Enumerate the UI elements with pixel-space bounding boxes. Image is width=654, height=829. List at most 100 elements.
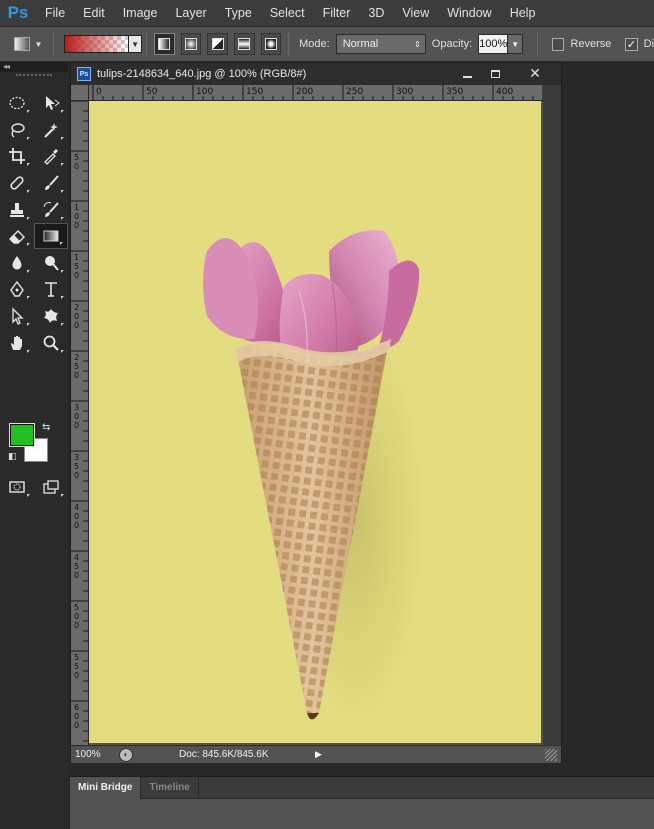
- screen-mode-button[interactable]: [34, 474, 68, 500]
- menu-3d[interactable]: 3D: [359, 0, 393, 26]
- move-tool[interactable]: [34, 90, 68, 116]
- ruler-label: 5: [74, 662, 79, 671]
- marquee-tool[interactable]: [0, 90, 34, 116]
- ruler-label: 0: [74, 212, 79, 221]
- minimize-button[interactable]: [453, 66, 481, 82]
- radial-gradient-icon: [185, 38, 198, 50]
- path-selection-tool[interactable]: [0, 303, 34, 329]
- menu-type[interactable]: Type: [216, 0, 261, 26]
- menu-edit[interactable]: Edit: [74, 0, 114, 26]
- linear-gradient-icon: [158, 38, 171, 50]
- dither-checkbox[interactable]: ✓: [625, 37, 638, 51]
- dodge-tool[interactable]: [34, 250, 68, 276]
- ruler-label: 50: [146, 87, 158, 97]
- gradient-picker-dropdown[interactable]: ▼: [129, 35, 143, 53]
- empty-workspace: [562, 62, 654, 762]
- ruler-label: 0: [74, 162, 79, 171]
- options-bar: ▼ ▼ Mode: Normal ⇕ Opacity: 100% ▼ Rever…: [0, 26, 654, 62]
- vertical-ruler-ticks: 50100150200250300350400450500550600: [71, 101, 88, 742]
- close-button[interactable]: ✕: [517, 66, 553, 82]
- ruler-label: 300: [396, 87, 413, 97]
- gradient-tool[interactable]: [34, 223, 68, 250]
- ruler-origin[interactable]: [71, 85, 89, 101]
- vertical-ruler[interactable]: 50100150200250300350400450500550600: [71, 101, 89, 745]
- magic-wand-icon: [44, 122, 58, 138]
- menu-window[interactable]: Window: [438, 0, 500, 26]
- toolbox-collapse-button[interactable]: ◂◂: [0, 62, 68, 72]
- menu-file[interactable]: File: [36, 0, 74, 26]
- document-tab[interactable]: Ps tulips-2148634_640.jpg @ 100% (RGB/8#…: [71, 63, 561, 85]
- bottom-panel-tabs: Mini Bridge Timeline: [70, 777, 654, 799]
- blend-mode-value: Normal: [342, 38, 379, 50]
- zoom-tool[interactable]: [34, 330, 68, 356]
- menu-help[interactable]: Help: [501, 0, 545, 26]
- hand-tool[interactable]: [0, 330, 34, 356]
- color-swatches: ⇆ ◧: [6, 422, 56, 472]
- blend-mode-select[interactable]: Normal ⇕: [335, 34, 426, 54]
- zoom-level[interactable]: 100%: [71, 749, 119, 760]
- stamp-icon: [10, 202, 24, 217]
- clone-stamp-tool[interactable]: [0, 197, 34, 223]
- menu-filter[interactable]: Filter: [314, 0, 360, 26]
- lasso-icon: [11, 123, 25, 138]
- radial-gradient-button[interactable]: [180, 33, 202, 55]
- gradient-icon: [43, 230, 59, 242]
- tulip-ice-cream-cone-image: [203, 230, 424, 721]
- tab-timeline[interactable]: Timeline: [141, 777, 199, 799]
- maximize-button[interactable]: [481, 66, 509, 82]
- reflected-gradient-button[interactable]: [233, 33, 255, 55]
- photoshop-logo: Ps: [7, 3, 29, 22]
- horizontal-ruler[interactable]: 0 50 100 150 200 250 300 350 400: [89, 85, 543, 101]
- foreground-color-swatch[interactable]: [9, 423, 35, 447]
- ruler-label: 5: [74, 653, 79, 662]
- opacity-slider-dropdown[interactable]: ▼: [508, 34, 524, 54]
- vertical-scrollbar[interactable]: [543, 85, 561, 745]
- toolbox-grip[interactable]: [16, 74, 52, 82]
- angle-gradient-button[interactable]: [207, 33, 228, 55]
- bandage-icon: [10, 176, 24, 190]
- menu-image[interactable]: Image: [114, 0, 167, 26]
- custom-shape-tool[interactable]: [34, 303, 68, 329]
- tab-mini-bridge[interactable]: Mini Bridge: [70, 777, 142, 799]
- status-menu-arrow-icon[interactable]: ▶: [315, 749, 322, 760]
- type-tool[interactable]: [34, 276, 68, 302]
- reverse-checkbox[interactable]: [552, 37, 565, 51]
- quick-mask-button[interactable]: [0, 474, 34, 500]
- canvas-area[interactable]: [89, 101, 543, 745]
- angle-gradient-icon: [211, 38, 224, 50]
- menu-layer[interactable]: Layer: [166, 0, 215, 26]
- pen-tool[interactable]: [0, 276, 34, 302]
- swap-colors-icon[interactable]: ⇆: [42, 422, 50, 433]
- diamond-gradient-button[interactable]: [260, 33, 282, 55]
- gradient-editor-swatch[interactable]: [63, 35, 130, 53]
- ruler-label: 0: [74, 671, 79, 680]
- lasso-tool[interactable]: [0, 117, 34, 143]
- linear-gradient-button[interactable]: [154, 33, 175, 55]
- ruler-label: 3: [74, 403, 79, 412]
- healing-brush-tool[interactable]: [0, 170, 34, 196]
- default-colors-icon[interactable]: ◧: [8, 452, 17, 462]
- menu-select[interactable]: Select: [261, 0, 314, 26]
- eraser-tool[interactable]: [0, 223, 34, 249]
- arrow-pointer-icon: [12, 307, 24, 325]
- history-brush-tool[interactable]: [34, 197, 68, 223]
- ruler-label: 5: [74, 562, 79, 571]
- ruler-label: 5: [74, 603, 79, 612]
- blur-tool[interactable]: [0, 250, 34, 276]
- ps-document-icon: Ps: [77, 67, 91, 81]
- tool-preset-picker[interactable]: ▼: [8, 30, 49, 58]
- resize-grip[interactable]: [545, 749, 557, 761]
- status-info-icon[interactable]: ◐: [119, 747, 133, 762]
- gradient-tool-preset-icon: [14, 37, 31, 51]
- opacity-input[interactable]: 100%: [478, 34, 509, 54]
- magic-wand-tool[interactable]: [34, 117, 68, 143]
- hand-icon: [11, 335, 22, 350]
- ruler-label: 1: [74, 253, 79, 262]
- image-canvas[interactable]: [89, 101, 541, 743]
- chevron-down-icon: ▼: [34, 39, 43, 49]
- eyedropper-tool[interactable]: [34, 143, 68, 169]
- menu-view[interactable]: View: [393, 0, 438, 26]
- brush-tool[interactable]: [34, 170, 68, 196]
- crop-tool[interactable]: [0, 143, 34, 169]
- ruler-label: 0: [74, 271, 79, 280]
